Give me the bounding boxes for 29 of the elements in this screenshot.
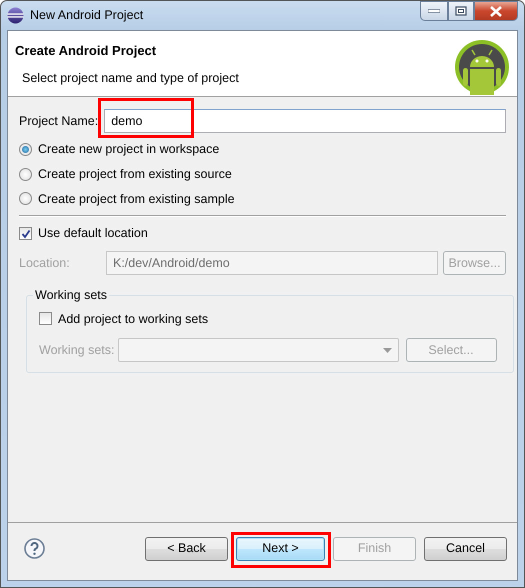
page-title: Create Android Project	[15, 43, 158, 59]
window-title: New Android Project	[30, 7, 144, 24]
project-name-field[interactable]: demo	[104, 109, 506, 133]
app-icon	[7, 7, 24, 24]
checkbox-label: Use default location	[38, 225, 148, 242]
page-subtitle: Select project name and type of project	[22, 70, 240, 87]
minimize-icon	[428, 9, 440, 13]
maximize-button[interactable]	[448, 1, 474, 21]
dialog-button[interactable]: Cancel	[424, 536, 507, 560]
dialog-button[interactable]: < Back	[145, 536, 228, 560]
minimize-button[interactable]	[420, 1, 448, 21]
field-label: Working sets:	[39, 342, 114, 359]
radio-button[interactable]	[19, 192, 32, 206]
radio-button[interactable]	[19, 168, 32, 181]
radio-button[interactable]	[19, 142, 32, 156]
option-label: Create project from existing sample	[38, 190, 235, 208]
close-button[interactable]	[474, 1, 518, 21]
checkbox[interactable]	[19, 227, 32, 240]
option-label: Create project from existing source	[38, 166, 232, 183]
close-icon	[489, 6, 503, 16]
dialog-button[interactable]: Next >	[236, 536, 325, 560]
field-label: Project Name:	[19, 112, 98, 130]
field-label: Location:	[19, 254, 71, 272]
maximize-icon	[455, 6, 467, 16]
checkbox-label: Add project to working sets	[58, 310, 208, 328]
help-icon[interactable]	[24, 538, 45, 559]
dropdown-arrow-icon	[382, 348, 392, 353]
group-title: Working sets	[33, 289, 110, 302]
option-label: Create new project in workspace	[38, 141, 220, 158]
